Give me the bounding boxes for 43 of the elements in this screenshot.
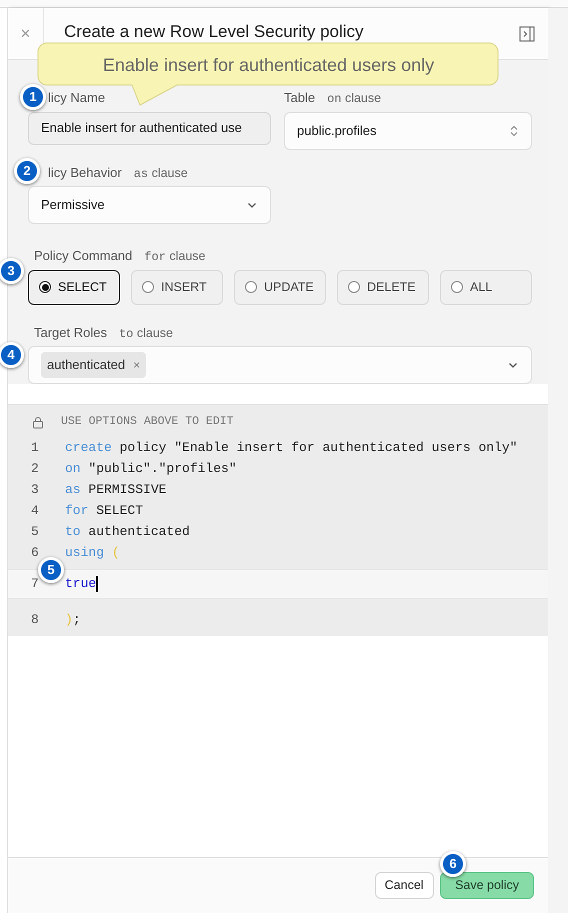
clause-hint: as clause: [134, 164, 188, 182]
line-number: 5: [30, 522, 40, 541]
code-line: );: [65, 610, 81, 629]
policy-name-input[interactable]: Enable insert for authenticated use: [28, 112, 271, 144]
command-radio-option[interactable]: SELECT: [28, 270, 120, 304]
line-number: 6: [30, 544, 40, 562]
code-line: on "public"."profiles": [65, 460, 237, 478]
remove-tag-button[interactable]: ×: [133, 356, 140, 374]
code-line: as PERMISSIVE: [65, 480, 166, 499]
command-radio-option[interactable]: INSERT: [131, 270, 223, 304]
lock-icon: [32, 416, 44, 428]
line-number: 8: [30, 610, 40, 629]
code-line: using (: [65, 544, 120, 562]
field-label: licy Name: [48, 89, 106, 107]
panel-title: Create a new Row Level Security policy: [63, 21, 365, 43]
code-line: for SELECT: [65, 502, 144, 520]
read-only-notice: USE OPTIONS ABOVE TO EDIT: [61, 414, 234, 430]
code-line: true: [65, 574, 98, 594]
command-radio-option[interactable]: UPDATE: [234, 270, 326, 304]
role-tag: authenticated ×: [41, 352, 146, 378]
line-number: 7: [30, 575, 40, 594]
code-line: to authenticated: [65, 522, 190, 541]
chevron-updown-icon: [509, 124, 519, 136]
table-select[interactable]: public.profiles: [284, 112, 532, 150]
behavior-select[interactable]: Permissive: [28, 186, 271, 224]
line-number: 3: [30, 480, 40, 499]
clause-hint: for clause: [144, 248, 206, 266]
sidebar-toggle-icon[interactable]: [519, 26, 535, 42]
field-label: Table: [284, 89, 316, 107]
line-number: 4: [30, 502, 40, 520]
command-radio-option[interactable]: DELETE: [337, 270, 429, 304]
clause-hint: to clause: [118, 324, 173, 342]
field-label: Target Roles: [34, 324, 107, 342]
line-number: 1: [30, 438, 40, 457]
field-label: licy Behavior: [48, 164, 122, 182]
code-line: create policy "Enable insert for authenticated users only": [65, 438, 518, 457]
roles-select[interactable]: authenticated ×: [28, 346, 532, 384]
cancel-button[interactable]: Cancel: [374, 872, 434, 899]
save-button[interactable]: Save policy: [440, 872, 534, 899]
line-number: 2: [30, 460, 40, 478]
clause-hint: on clause: [327, 90, 382, 108]
command-radio-option[interactable]: ALL: [440, 270, 532, 304]
field-label: Policy Command: [34, 247, 132, 265]
